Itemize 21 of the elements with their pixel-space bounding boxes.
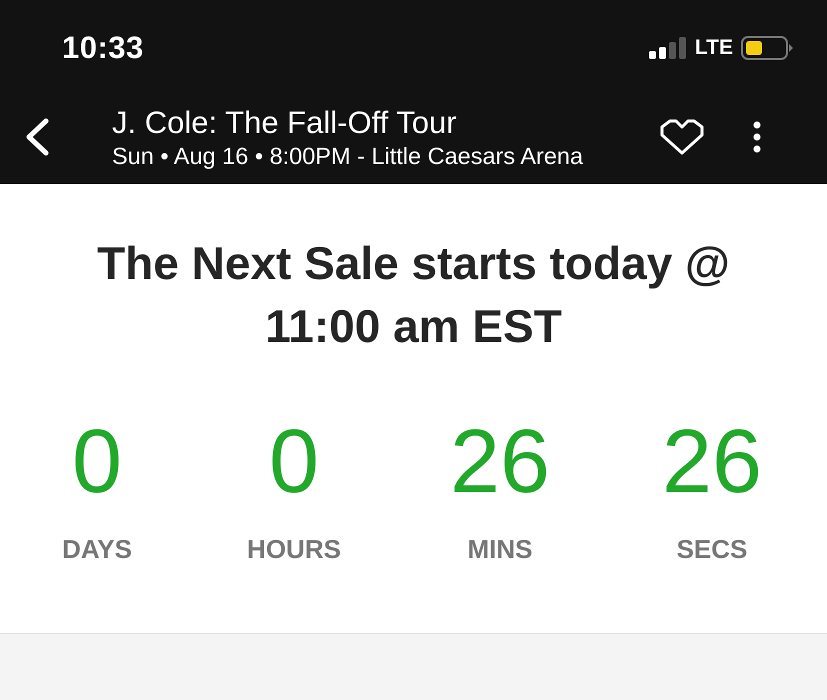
event-details: Sun • Aug 16 • 8:00PM - Little Caesars Arena (112, 142, 584, 170)
battery-icon (741, 36, 793, 60)
countdown-unit: SECS (676, 534, 748, 565)
more-button[interactable] (753, 121, 761, 153)
chevron-left-icon (24, 118, 50, 156)
countdown-value: 0 (268, 412, 320, 512)
favorite-button[interactable] (659, 118, 705, 156)
countdown-unit: DAYS (62, 534, 132, 565)
countdown-value: 0 (72, 412, 122, 512)
heart-icon (659, 118, 705, 156)
back-button[interactable] (24, 118, 50, 156)
status-time: 10:33 (62, 30, 144, 66)
countdown-value: 26 (450, 412, 550, 512)
countdown-unit: HOURS (247, 534, 341, 565)
countdown-value: 26 (662, 412, 762, 512)
event-title: J. Cole: The Fall-Off Tour (112, 104, 458, 140)
countdown-unit: MINS (468, 534, 532, 565)
network-label: LTE (694, 36, 733, 60)
signal-icon (648, 37, 687, 59)
sale-heading: The Next Sale starts today @ 11:00 am EST (96, 236, 731, 354)
more-vertical-icon (753, 121, 761, 153)
